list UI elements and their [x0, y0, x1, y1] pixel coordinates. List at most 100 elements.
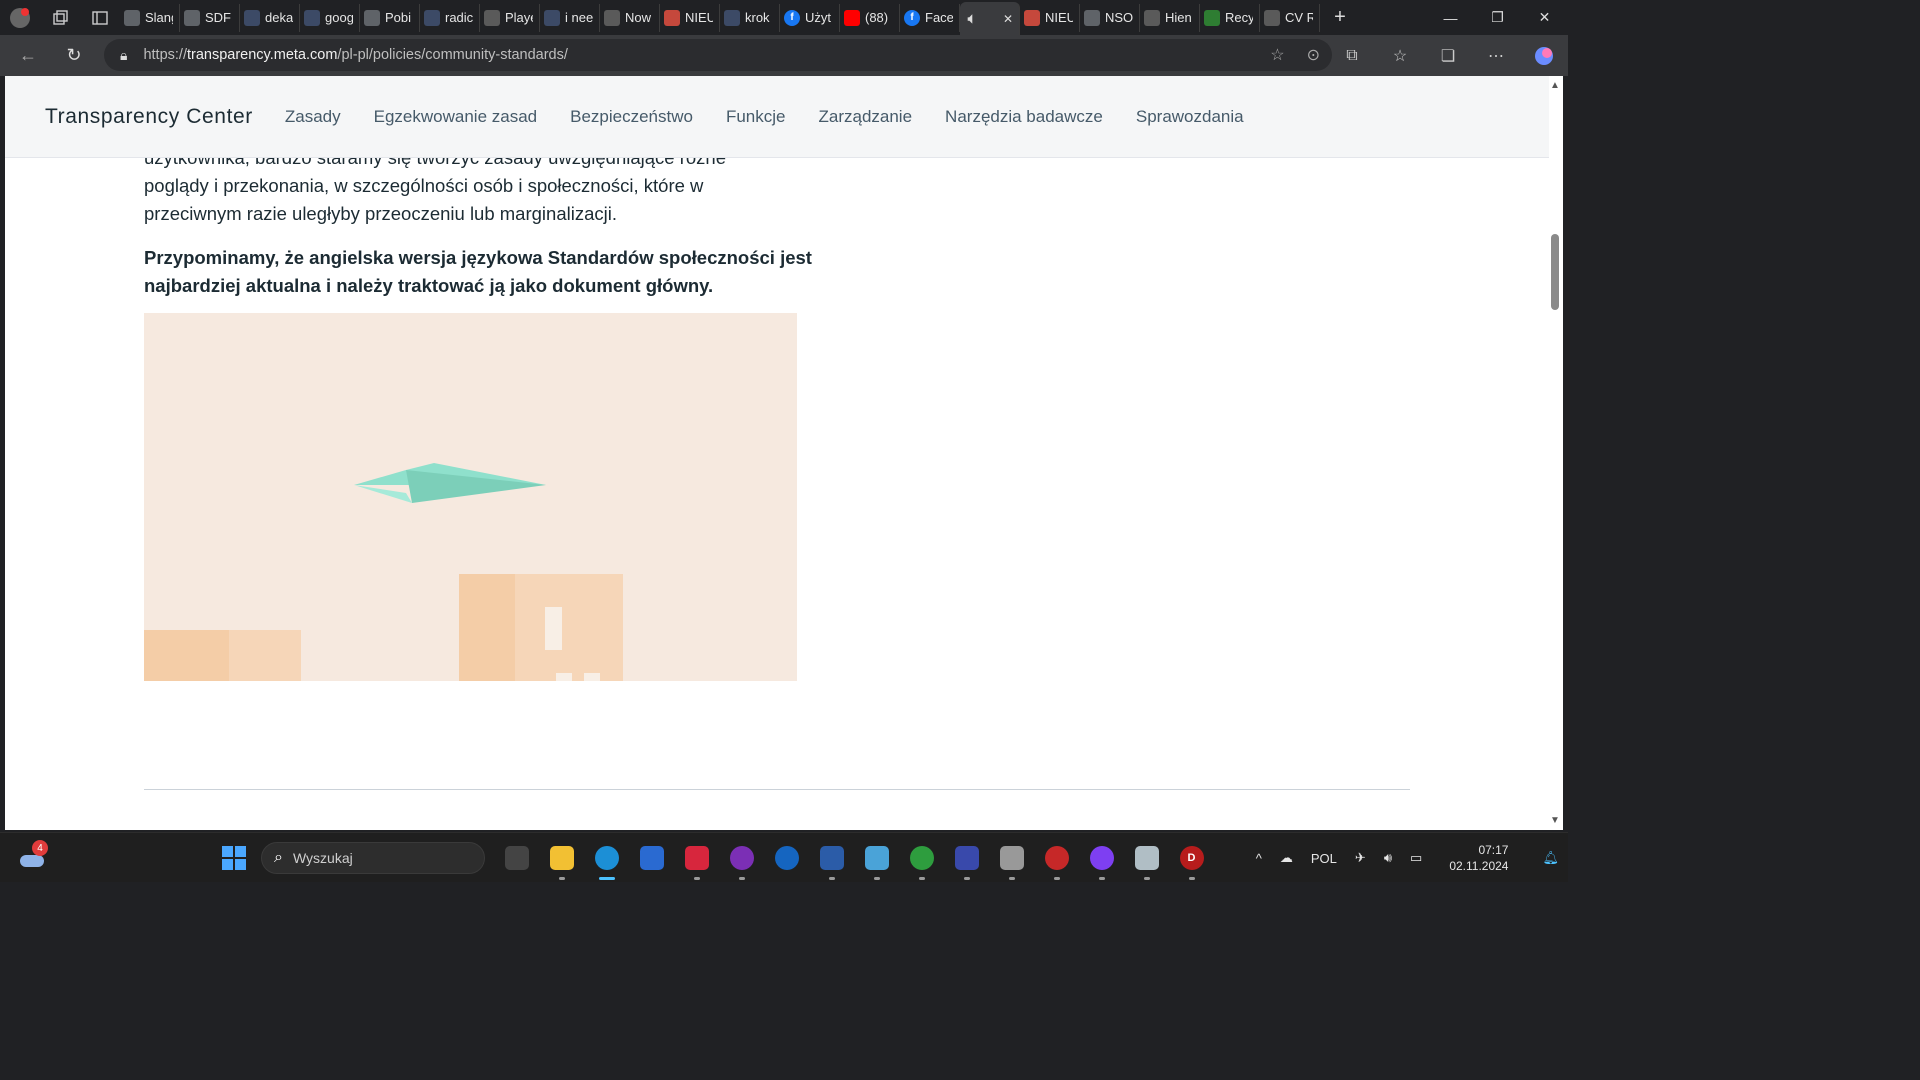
document-icon: [604, 9, 620, 26]
app-disk-button[interactable]: [989, 842, 1034, 880]
chevron-up-icon[interactable]: ^: [1256, 851, 1262, 866]
tabs-list: Slang SDF deka goog Pobi radic Playe i nee Now NI…: [120, 0, 1320, 35]
tab-title: goog: [325, 10, 353, 25]
globe-icon: [1084, 9, 1100, 26]
tab-title: Recy: [1225, 10, 1253, 25]
new-tab-button[interactable]: +: [1320, 0, 1360, 35]
tab-title: NIEU: [685, 10, 713, 25]
browser-tab[interactable]: f Użyt: [780, 3, 840, 32]
tor-button[interactable]: [1079, 842, 1124, 880]
profile-avatar[interactable]: [0, 0, 40, 35]
task-view-button[interactable]: [494, 842, 539, 874]
windows-taskbar: 4 ⌕ Wyszukaj D ^ ☁ POL ✈ 🔊︎ ▭ 07:17 02.1…: [0, 832, 1568, 882]
app-purple-button[interactable]: [719, 842, 764, 880]
notifications-bell-icon[interactable]: 🔔︎: [1542, 850, 1559, 866]
tab-title: krok: [745, 10, 770, 25]
browser-tab[interactable]: Recy: [1200, 3, 1260, 32]
browser-tab[interactable]: Now: [600, 3, 660, 32]
browser-tab[interactable]: krok: [720, 3, 780, 32]
restore-button[interactable]: ❐: [1474, 0, 1521, 35]
browser-tab[interactable]: NSO: [1080, 3, 1140, 32]
app-save-button[interactable]: [944, 842, 989, 880]
window-frame: [1563, 76, 1568, 830]
scroll-up-icon[interactable]: ▲: [1550, 80, 1560, 91]
browser-tab[interactable]: goog: [300, 3, 360, 32]
weather-widget[interactable]: 4: [18, 840, 48, 873]
system-tray: ^ ☁ POL ✈ 🔊︎ ▭ 07:17 02.11.2024 🔔︎: [1247, 833, 1568, 883]
virtualbox-button[interactable]: [809, 842, 854, 880]
browser-tab[interactable]: i nee: [540, 3, 600, 32]
document-icon: [484, 9, 500, 26]
clock[interactable]: 07:17 02.11.2024: [1440, 842, 1517, 874]
nav-funkcje[interactable]: Funkcje: [726, 107, 786, 127]
taskbar-search[interactable]: ⌕ Wyszukaj: [261, 842, 485, 874]
nav-bezpieczenstwo[interactable]: Bezpieczeństwo: [570, 107, 693, 127]
start-button[interactable]: [222, 846, 246, 870]
battery-icon[interactable]: ▭: [1410, 850, 1422, 866]
vertical-tabs-button[interactable]: [80, 0, 120, 35]
browser-tab[interactable]: radic: [420, 3, 480, 32]
app-monitor-button[interactable]: [854, 842, 899, 880]
browser-tab[interactable]: deka: [240, 3, 300, 32]
disk-icon: [999, 846, 1024, 870]
onedrive-icon[interactable]: ☁: [1280, 850, 1293, 866]
nav-narzedzia[interactable]: Narzędzia badawcze: [945, 107, 1103, 127]
monitor-icon: [864, 846, 889, 870]
github-icon: [729, 846, 754, 870]
browser-tab[interactable]: f Face: [900, 3, 960, 32]
volume-icon[interactable]: 🔊︎: [1384, 850, 1392, 866]
app-red-button[interactable]: [674, 842, 719, 880]
language-indicator[interactable]: POL: [1311, 851, 1337, 866]
tab-title: Playe: [505, 10, 533, 25]
nav-zarzadzanie[interactable]: Zarządzanie: [818, 107, 912, 127]
scroll-down-icon[interactable]: ▼: [1550, 815, 1560, 826]
scrollbar-thumb[interactable]: [1551, 234, 1559, 310]
reload-button[interactable]: ↻: [52, 35, 96, 76]
profile-icon: [10, 7, 30, 28]
more-menu-icon[interactable]: ⋯: [1472, 46, 1520, 66]
illustration-svg: [144, 313, 797, 681]
file-explorer-button[interactable]: [539, 842, 584, 880]
back-button[interactable]: ←: [6, 35, 50, 76]
extensions-icon[interactable]: ⧉: [1328, 47, 1376, 65]
leaf-icon: [1204, 9, 1220, 26]
minimize-button[interactable]: —: [1427, 0, 1474, 35]
app-red2-button[interactable]: [1034, 842, 1079, 880]
close-tab-icon[interactable]: ✕: [1003, 12, 1013, 26]
read-aloud-icon[interactable]: ⊙: [1307, 45, 1320, 65]
airplane-icon[interactable]: ✈: [1355, 850, 1366, 866]
site-brand[interactable]: Transparency Center: [45, 105, 253, 129]
favorite-star-icon[interactable]: ☆: [1270, 45, 1284, 65]
browser-tab[interactable]: CV R: [1260, 3, 1320, 32]
browser-tab[interactable]: NIEU: [660, 3, 720, 32]
favorites-icon[interactable]: ☆: [1376, 46, 1424, 66]
app-d-button[interactable]: D: [1169, 842, 1214, 880]
browser-tab[interactable]: 🔈︎ ✕: [960, 2, 1020, 35]
task-view-icon: [504, 846, 529, 870]
browser-tab[interactable]: NIEU: [1020, 3, 1080, 32]
close-window-button[interactable]: ✕: [1521, 0, 1568, 35]
browser-tab[interactable]: Hien: [1140, 3, 1200, 32]
nav-zasady[interactable]: Zasady: [285, 107, 341, 127]
app-blue-button[interactable]: [764, 842, 809, 874]
copilot-logo: [1535, 46, 1553, 65]
nav-sprawozdania[interactable]: Sprawozdania: [1136, 107, 1244, 127]
collections-icon[interactable]: ❏: [1424, 46, 1472, 66]
browser-tab[interactable]: (88): [840, 3, 900, 32]
nav-egzekwowanie[interactable]: Egzekwowanie zasad: [374, 107, 537, 127]
app-drive-button[interactable]: [1124, 842, 1169, 880]
browser-tab[interactable]: Pobi: [360, 3, 420, 32]
lock-icon: 🔒︎: [120, 46, 128, 63]
browser-tab[interactable]: SDF: [180, 3, 240, 32]
page-scrollbar[interactable]: ▲ ▼: [1549, 76, 1563, 830]
edge-button[interactable]: [584, 842, 629, 880]
store-button[interactable]: [629, 842, 674, 874]
workspaces-button[interactable]: [40, 0, 80, 35]
browser-tab[interactable]: Slang: [120, 3, 180, 32]
copilot-icon[interactable]: [1520, 46, 1568, 66]
address-bar[interactable]: 🔒︎ https://transparency.meta.com/pl-pl/p…: [104, 39, 1332, 71]
globe-icon: [184, 9, 200, 26]
browser-tab[interactable]: Playe: [480, 3, 540, 32]
section-divider: [144, 789, 1410, 790]
app-globe-button[interactable]: [899, 842, 944, 880]
